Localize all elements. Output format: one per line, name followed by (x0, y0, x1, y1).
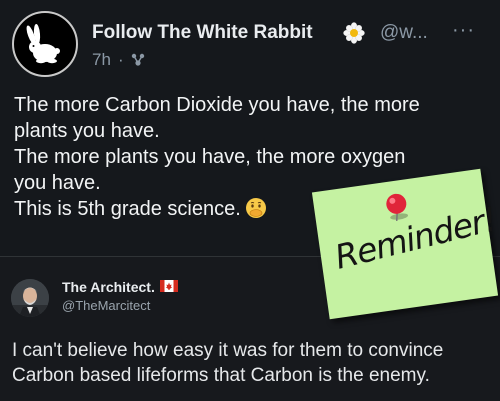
sticky-note: Reminder! (311, 168, 500, 320)
more-options-icon[interactable]: ··· (452, 20, 475, 40)
flower-icon (343, 22, 365, 44)
post-line: plants you have. (14, 120, 160, 142)
person-avatar-icon (11, 279, 49, 317)
reply-line: I can't believe how easy it was for them… (12, 340, 444, 361)
white-rabbit-icon (26, 24, 60, 64)
reply-text: I can't believe how easy it was for them… (12, 338, 492, 388)
author-handle[interactable]: @w... (380, 22, 428, 44)
post-line: The more plants you have, the more oxyge… (14, 146, 406, 168)
face-with-hand-over-mouth-emoji (245, 198, 266, 218)
reply-author-name[interactable]: The Architect. (62, 279, 155, 295)
post-timestamp[interactable]: 7h (92, 50, 111, 70)
threads-icon (131, 53, 145, 66)
reply-author-handle[interactable]: @TheMarcitect (62, 298, 150, 313)
post-line: The more Carbon Dioxide you have, the mo… (14, 94, 420, 116)
separator: · (118, 50, 124, 69)
post-line: This is 5th grade science. (14, 198, 241, 220)
author-avatar[interactable] (12, 11, 78, 77)
author-name[interactable]: Follow The White Rabbit (92, 22, 313, 44)
screenshot: Follow The White Rabbit @w... ··· 7h · T… (0, 0, 500, 401)
reply-avatar[interactable] (11, 279, 49, 317)
reply-line: Carbon based lifeforms that Carbon is th… (12, 365, 430, 386)
canada-flag-icon (160, 280, 178, 292)
